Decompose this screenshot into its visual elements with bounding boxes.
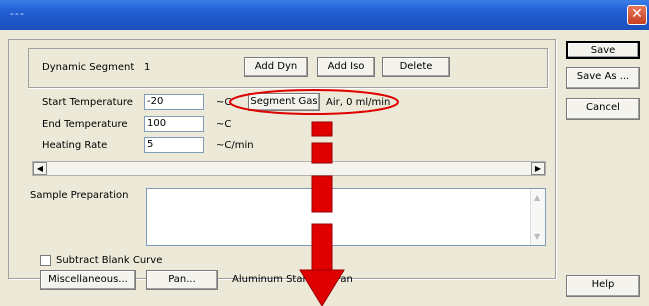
annotation-overlay: [229, 89, 399, 306]
arrow-segment: [311, 142, 333, 164]
arrow-segment: [311, 121, 333, 137]
arrow-segment: [311, 175, 333, 213]
highlight-ellipse: [229, 89, 399, 115]
arrow-segment: [311, 223, 333, 271]
arrow-head: [299, 269, 345, 306]
